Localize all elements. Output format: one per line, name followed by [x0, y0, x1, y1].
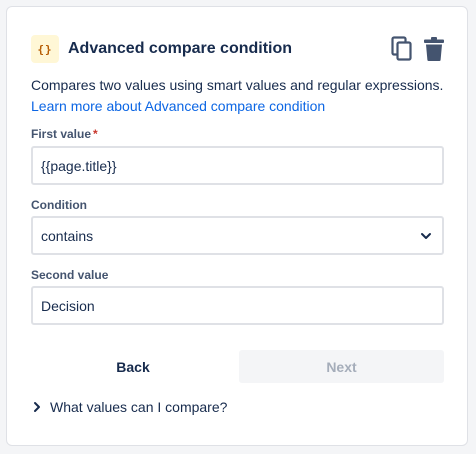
- braces-icon: {}: [31, 35, 59, 63]
- chevron-down-icon: [420, 232, 432, 240]
- first-value-input[interactable]: {{page.title}}: [31, 146, 444, 185]
- second-value-label: Second value: [31, 268, 109, 282]
- first-value-text: {{page.title}}: [41, 157, 117, 174]
- second-value-text: Decision: [41, 297, 95, 314]
- back-button[interactable]: Back: [31, 350, 235, 383]
- description: Compares two values using smart values a…: [31, 75, 451, 117]
- first-value-label: First value *: [31, 127, 98, 141]
- condition-label: Condition: [31, 198, 87, 212]
- condition-select[interactable]: contains: [31, 216, 444, 255]
- trash-icon[interactable]: [421, 35, 447, 63]
- second-value-input[interactable]: Decision: [31, 286, 444, 325]
- condition-panel: {} Advanced compare condition Compares t…: [6, 6, 468, 446]
- condition-selected-value: contains: [41, 227, 94, 244]
- first-value-label-text: First value: [31, 127, 92, 141]
- next-button[interactable]: Next: [239, 350, 444, 383]
- panel-header: {} Advanced compare condition: [31, 31, 447, 67]
- what-values-disclosure[interactable]: What values can I compare?: [33, 397, 227, 417]
- panel-title: Advanced compare condition: [68, 40, 293, 57]
- copy-icon[interactable]: [389, 35, 415, 63]
- required-marker: *: [93, 127, 98, 141]
- chevron-right-icon: [33, 401, 41, 413]
- disclosure-label: What values can I compare?: [50, 399, 228, 415]
- description-text: Compares two values using smart values a…: [31, 77, 444, 93]
- learn-more-link[interactable]: Learn more about Advanced compare condit…: [31, 98, 325, 114]
